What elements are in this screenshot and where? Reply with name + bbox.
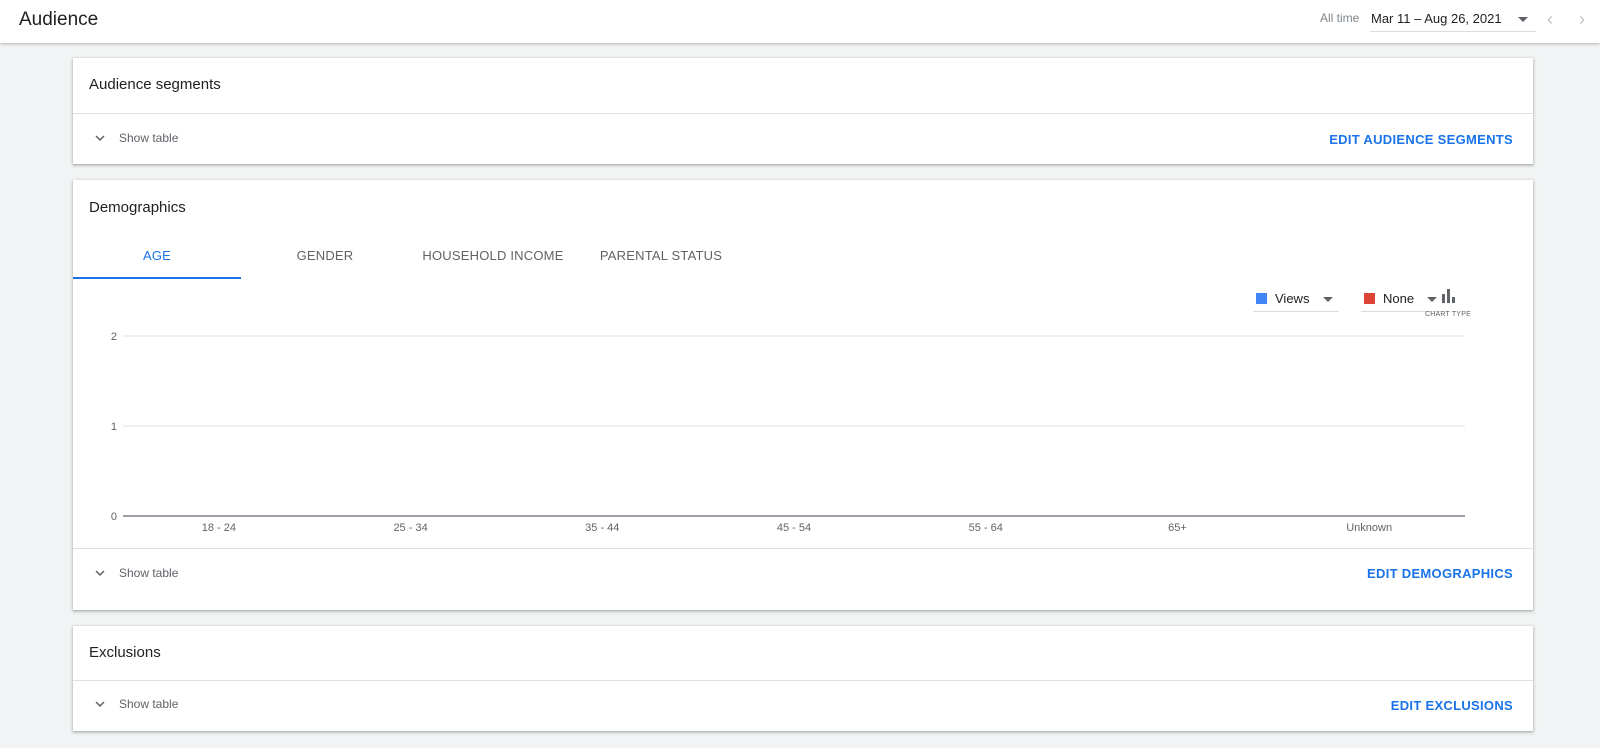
none-color-swatch xyxy=(1364,293,1375,304)
primary-metric-select[interactable]: Views xyxy=(1253,288,1339,312)
primary-metric-label: Views xyxy=(1275,291,1310,306)
age-chart: 0 1 2 18 - 24 25 - 34 35 - 44 45 - 54 55 - 64 65… xyxy=(111,331,1465,534)
divider xyxy=(73,113,1533,114)
page-title: Audience xyxy=(19,9,99,30)
edit-exclusions-button[interactable]: EDIT EXCLUSIONS xyxy=(1391,698,1513,713)
tab-parental-status[interactable]: PARENTAL STATUS xyxy=(577,232,745,279)
chevron-down-icon xyxy=(95,701,105,707)
edit-audience-segments-button[interactable]: EDIT AUDIENCE SEGMENTS xyxy=(1329,132,1513,147)
edit-demographics-button[interactable]: EDIT DEMOGRAPHICS xyxy=(1367,566,1513,581)
chart-type-label: CHART TYPE xyxy=(1425,311,1471,318)
chevron-right-icon: › xyxy=(1579,9,1585,29)
demographics-card: Demographics AGE GENDER HOUSEHOLD INCOME… xyxy=(73,180,1533,610)
y-tick-label: 2 xyxy=(111,331,117,343)
bar-chart-icon xyxy=(1442,289,1455,303)
chevron-down-icon xyxy=(95,135,105,141)
top-bar: Audience All time Mar 11 – Aug 26, 2021 … xyxy=(0,0,1600,43)
tab-age[interactable]: AGE xyxy=(73,232,241,279)
x-tick-label: 45 - 54 xyxy=(777,522,811,534)
show-table-label: Show table xyxy=(119,566,179,580)
divider xyxy=(73,680,1533,681)
card-title: Audience segments xyxy=(89,76,221,93)
dropdown-arrow-icon xyxy=(1518,17,1528,22)
y-tick-label: 0 xyxy=(111,511,117,523)
show-table-toggle[interactable]: Show table xyxy=(91,129,178,147)
chart-type-button[interactable]: CHART TYPE xyxy=(1425,288,1471,318)
x-tick-label: 35 - 44 xyxy=(585,522,619,534)
show-table-toggle[interactable]: Show table xyxy=(91,564,178,582)
chevron-left-icon: ‹ xyxy=(1547,9,1553,29)
x-tick-label: Unknown xyxy=(1346,522,1392,534)
divider xyxy=(73,548,1533,549)
range-label: All time xyxy=(1320,11,1360,25)
exclusions-card: Exclusions Show table EDIT EXCLUSIONS xyxy=(73,626,1533,731)
chevron-down-icon xyxy=(95,570,105,576)
x-tick-label: 18 - 24 xyxy=(202,522,236,534)
x-tick-label: 55 - 64 xyxy=(969,522,1003,534)
next-period-button[interactable]: › xyxy=(1574,9,1590,30)
show-table-toggle[interactable]: Show table xyxy=(91,695,178,713)
audience-segments-card: Audience segments Show table EDIT AUDIEN… xyxy=(73,58,1533,164)
y-tick-label: 1 xyxy=(111,421,117,433)
previous-period-button[interactable]: ‹ xyxy=(1542,9,1558,30)
show-table-label: Show table xyxy=(119,131,179,145)
show-table-label: Show table xyxy=(119,697,179,711)
tab-household-income[interactable]: HOUSEHOLD INCOME xyxy=(409,232,577,279)
date-range-value: Mar 11 – Aug 26, 2021 xyxy=(1371,11,1502,26)
x-tick-label: 25 - 34 xyxy=(393,522,427,534)
views-color-swatch xyxy=(1256,293,1267,304)
dropdown-arrow-icon xyxy=(1323,297,1333,302)
date-range-select[interactable]: Mar 11 – Aug 26, 2021 xyxy=(1370,5,1536,32)
tab-gender[interactable]: GENDER xyxy=(241,232,409,279)
card-title: Demographics xyxy=(89,199,186,216)
secondary-metric-label: None xyxy=(1383,291,1415,306)
card-title: Exclusions xyxy=(89,644,161,661)
x-tick-label: 65+ xyxy=(1168,522,1187,534)
